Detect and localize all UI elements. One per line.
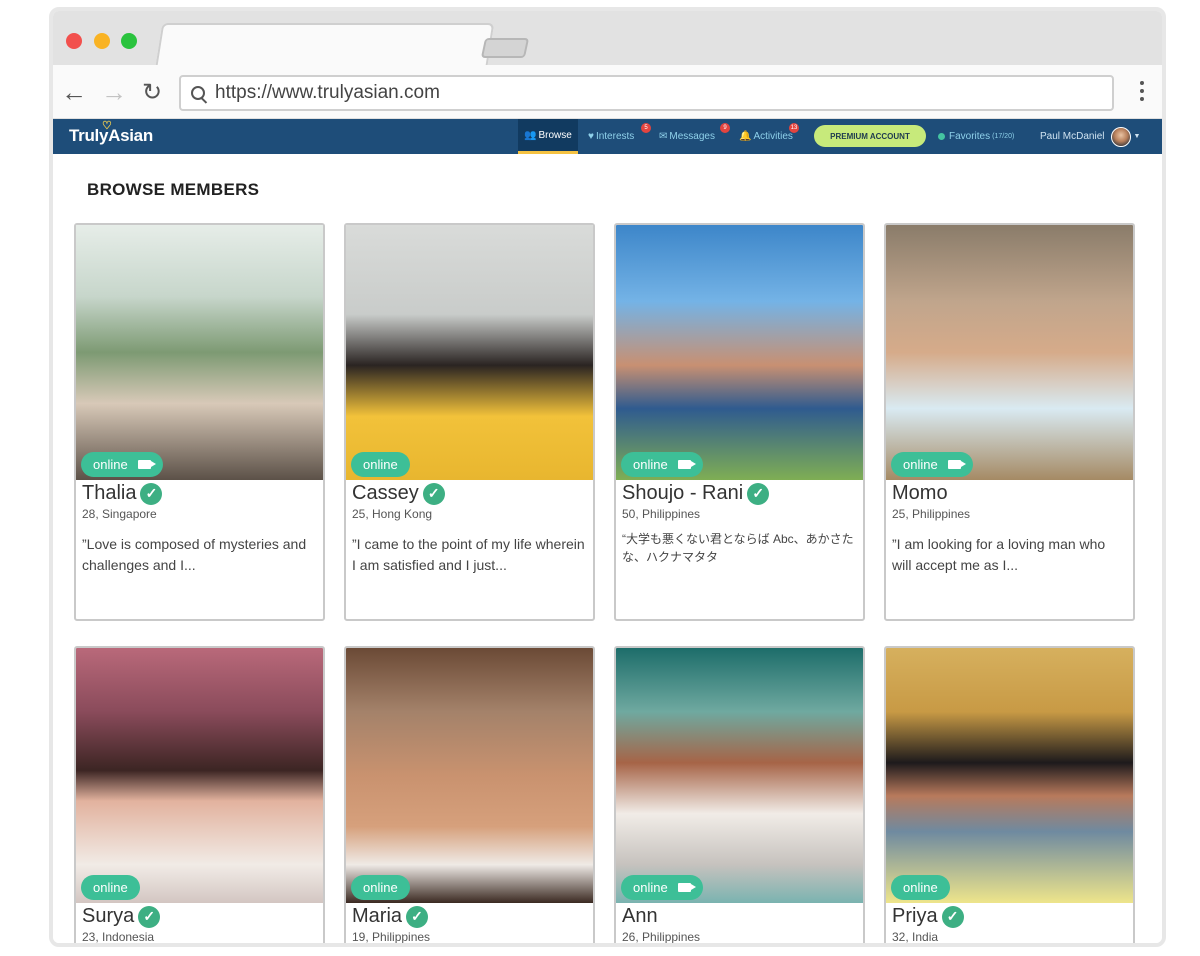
nav-messages[interactable]: ✉ Messages bbox=[659, 119, 715, 154]
member-name[interactable]: Momo bbox=[892, 482, 948, 505]
heart-logo-icon: ♡ bbox=[102, 120, 112, 132]
online-dot-icon bbox=[938, 133, 945, 140]
member-card[interactable]: online Momo 25, Philippines ”I am lookin… bbox=[884, 223, 1135, 621]
online-status-badge: online bbox=[621, 875, 703, 900]
video-camera-icon[interactable] bbox=[677, 883, 696, 892]
interests-count-badge: 5 bbox=[641, 123, 651, 133]
online-status-badge: online bbox=[351, 875, 410, 900]
reload-icon[interactable]: ↻ bbox=[137, 77, 167, 107]
url-input[interactable] bbox=[215, 82, 1095, 104]
member-name[interactable]: Priya ✓ bbox=[892, 905, 964, 928]
member-bio: “大学も悪くない君とならば Abc、あかさたな、ハクナマタタ bbox=[622, 532, 854, 564]
page-title: BROWSE MEMBERS bbox=[87, 180, 260, 199]
member-card[interactable]: online Shoujo - Rani ✓ 50, Philippines “大… bbox=[614, 223, 865, 621]
member-age-location: 23, Indonesia bbox=[82, 930, 155, 944]
member-photo[interactable] bbox=[76, 225, 323, 480]
video-camera-icon[interactable] bbox=[947, 460, 966, 469]
browser-titlebar bbox=[53, 11, 1162, 65]
video-camera-icon[interactable] bbox=[677, 460, 696, 469]
chevron-down-icon: ▼ bbox=[1133, 133, 1141, 140]
address-bar[interactable] bbox=[179, 75, 1114, 111]
browse-page: BROWSE MEMBERS online Thalia ✓ 28, Singap… bbox=[53, 154, 1162, 944]
online-status-badge: online bbox=[81, 452, 163, 477]
browser-toolbar: ← → ↻ bbox=[53, 65, 1162, 119]
forward-arrow-icon[interactable]: → bbox=[99, 77, 129, 107]
maximize-window-button[interactable] bbox=[121, 33, 137, 49]
activities-count-badge: 13 bbox=[789, 123, 799, 133]
member-age-location: 25, Hong Kong bbox=[352, 507, 433, 521]
online-status-badge: online bbox=[891, 875, 950, 900]
premium-account-button[interactable]: PREMIUM ACCOUNT bbox=[814, 125, 926, 147]
member-name[interactable]: Thalia ✓ bbox=[82, 482, 163, 505]
member-bio: ”I am looking for a loving man who will … bbox=[892, 536, 1106, 573]
member-photo[interactable] bbox=[886, 225, 1133, 480]
member-age-location: 28, Singapore bbox=[82, 507, 157, 521]
browser-window: ← → ↻ ♡ TrulyAsian 👥 Browse ♥ Interests … bbox=[49, 7, 1166, 947]
new-tab-button[interactable] bbox=[480, 38, 530, 58]
verified-check-icon: ✓ bbox=[747, 482, 770, 505]
member-age-location: 25, Philippines bbox=[892, 507, 971, 521]
bell-icon: 🔔 bbox=[739, 131, 752, 142]
avatar bbox=[1111, 126, 1132, 147]
verified-check-icon: ✓ bbox=[406, 905, 429, 928]
nav-activities[interactable]: 🔔 Activities bbox=[739, 119, 793, 154]
member-age-location: 26, Philippines bbox=[622, 930, 701, 944]
member-age-location: 50, Philippines bbox=[622, 507, 701, 521]
browser-menu-icon[interactable] bbox=[1140, 81, 1146, 101]
member-photo[interactable] bbox=[76, 648, 323, 903]
browser-tab-active[interactable] bbox=[155, 23, 495, 65]
member-bio: ”I came to the point of my life wherein … bbox=[352, 536, 585, 573]
member-name[interactable]: Cassey ✓ bbox=[352, 482, 445, 505]
heart-icon: ♥ bbox=[588, 131, 594, 142]
member-name[interactable]: Surya ✓ bbox=[82, 905, 161, 928]
online-status-badge: online bbox=[351, 452, 410, 477]
member-bio: ”Love is composed of mysteries and chall… bbox=[82, 536, 307, 573]
close-window-button[interactable] bbox=[66, 33, 82, 49]
search-icon bbox=[191, 86, 205, 100]
minimize-window-button[interactable] bbox=[94, 33, 110, 49]
verified-check-icon: ✓ bbox=[422, 482, 445, 505]
nav-interests[interactable]: ♥ Interests bbox=[588, 119, 634, 154]
nav-browse[interactable]: 👥 Browse bbox=[518, 119, 578, 154]
back-arrow-icon[interactable]: ← bbox=[59, 77, 89, 107]
member-photo[interactable] bbox=[346, 648, 593, 903]
online-status-badge: online bbox=[81, 875, 140, 900]
member-photo[interactable] bbox=[616, 648, 863, 903]
member-name[interactable]: Ann bbox=[622, 905, 658, 928]
verified-check-icon: ✓ bbox=[941, 905, 964, 928]
member-card[interactable]: online Maria ✓ 19, Philippines bbox=[344, 646, 595, 944]
site-logo[interactable]: ♡ TrulyAsian bbox=[69, 120, 153, 146]
messages-count-badge: 9 bbox=[720, 123, 730, 133]
member-card[interactable]: online Priya ✓ 32, India bbox=[884, 646, 1135, 944]
member-photo[interactable] bbox=[616, 225, 863, 480]
member-photo[interactable] bbox=[346, 225, 593, 480]
online-status-badge: online bbox=[621, 452, 703, 477]
member-age-location: 19, Philippines bbox=[352, 930, 431, 944]
verified-check-icon: ✓ bbox=[140, 482, 163, 505]
member-card[interactable]: online Surya ✓ 23, Indonesia bbox=[74, 646, 325, 944]
nav-favorites[interactable]: Favorites (17/20) bbox=[938, 119, 1014, 154]
verified-check-icon: ✓ bbox=[138, 905, 161, 928]
member-age-location: 32, India bbox=[892, 930, 939, 944]
member-name[interactable]: Shoujo - Rani ✓ bbox=[622, 482, 770, 505]
member-photo[interactable] bbox=[886, 648, 1133, 903]
chat-icon: ✉ bbox=[659, 131, 668, 142]
user-menu[interactable]: Paul McDaniel ▼ bbox=[1040, 119, 1140, 154]
member-card[interactable]: online Ann 26, Philippines bbox=[614, 646, 865, 944]
member-card[interactable]: online Cassey ✓ 25, Hong Kong ”I came to … bbox=[344, 223, 595, 621]
online-status-badge: online bbox=[891, 452, 973, 477]
site-header: ♡ TrulyAsian 👥 Browse ♥ Interests 5 ✉ Me… bbox=[53, 119, 1162, 154]
users-icon: 👥 bbox=[524, 129, 537, 141]
member-name[interactable]: Maria ✓ bbox=[352, 905, 429, 928]
member-card[interactable]: online Thalia ✓ 28, Singapore ”Love is co… bbox=[74, 223, 325, 621]
video-camera-icon[interactable] bbox=[137, 460, 156, 469]
